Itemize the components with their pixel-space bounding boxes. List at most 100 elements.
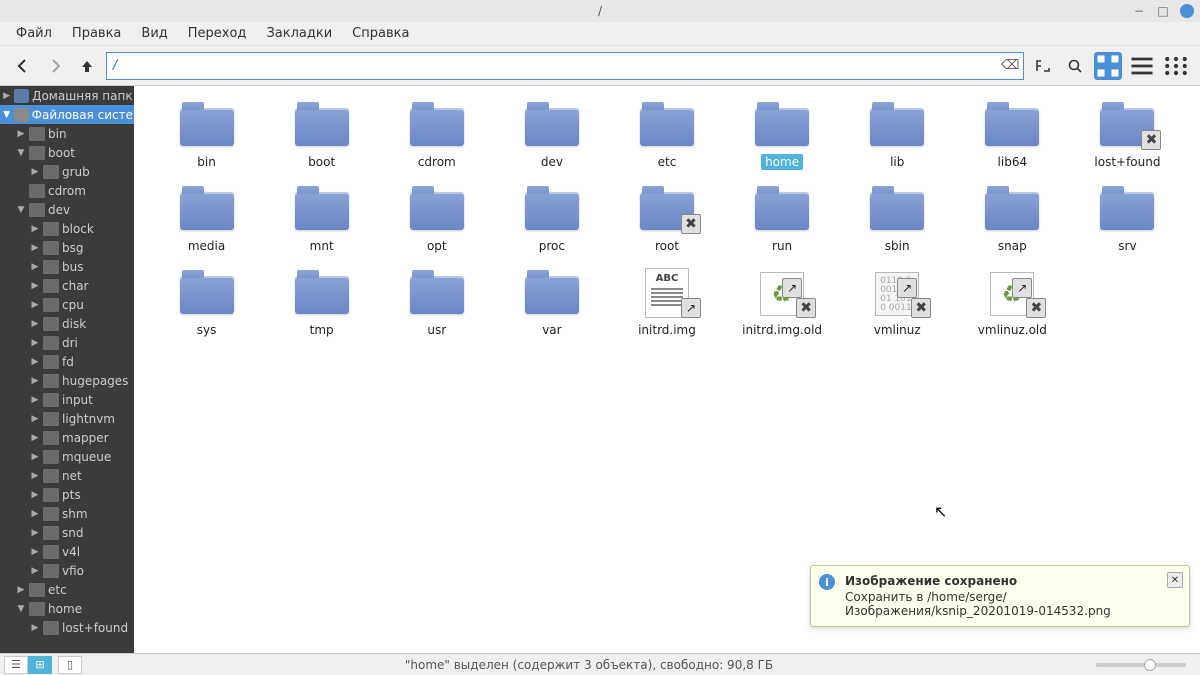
window-close-button[interactable] <box>1180 4 1194 18</box>
tree-item-cpu[interactable]: cpu <box>0 295 134 314</box>
expand-arrow-icon[interactable] <box>30 623 40 633</box>
icon-view[interactable]: binbootcdromdevetchomeliblib64✖lost+foun… <box>134 86 1200 653</box>
menu-закладки[interactable]: Закладки <box>256 23 342 44</box>
view-icons-button[interactable] <box>1094 52 1122 80</box>
tree-item-etc[interactable]: etc <box>0 580 134 599</box>
expand-arrow-icon[interactable] <box>30 528 40 538</box>
file-icon-cdrom[interactable]: cdrom <box>382 98 491 176</box>
file-icon-sbin[interactable]: sbin <box>843 182 952 260</box>
toast-close-button[interactable]: ✕ <box>1167 572 1183 588</box>
back-button[interactable] <box>10 53 36 79</box>
places-pane-button[interactable]: ☰ <box>4 656 28 674</box>
file-icon-vmlinuzold[interactable]: ♻↗✖vmlinuz.old <box>958 266 1067 344</box>
file-icon-opt[interactable]: opt <box>382 182 491 260</box>
tree-item-lostfound[interactable]: lost+found <box>0 618 134 637</box>
menu-файл[interactable]: Файл <box>6 23 62 44</box>
file-icon-bin[interactable]: bin <box>152 98 261 176</box>
tree-item-[interactable]: Домашняя папка <box>0 86 134 105</box>
tree-item-bin[interactable]: bin <box>0 124 134 143</box>
expand-arrow-icon[interactable] <box>16 129 26 139</box>
file-icon-snap[interactable]: snap <box>958 182 1067 260</box>
tree-item-hugepages[interactable]: hugepages <box>0 371 134 390</box>
view-compact-button[interactable] <box>1162 52 1190 80</box>
terminal-button[interactable] <box>1030 53 1056 79</box>
file-icon-etc[interactable]: etc <box>612 98 721 176</box>
tree-item-mapper[interactable]: mapper <box>0 428 134 447</box>
menu-вид[interactable]: Вид <box>131 23 177 44</box>
expand-arrow-icon[interactable] <box>30 509 40 519</box>
search-button[interactable] <box>1062 53 1088 79</box>
forward-button[interactable] <box>42 53 68 79</box>
tree-item-snd[interactable]: snd <box>0 523 134 542</box>
expand-arrow-icon[interactable] <box>16 604 26 614</box>
menu-правка[interactable]: Правка <box>62 23 131 44</box>
file-icon-proc[interactable]: proc <box>497 182 606 260</box>
expand-arrow-icon[interactable] <box>30 357 40 367</box>
expand-arrow-icon[interactable] <box>30 319 40 329</box>
expand-arrow-icon[interactable] <box>30 262 40 272</box>
file-icon-dev[interactable]: dev <box>497 98 606 176</box>
expand-arrow-icon[interactable] <box>30 547 40 557</box>
menu-справка[interactable]: Справка <box>342 23 419 44</box>
window-maximize-button[interactable]: □ <box>1156 4 1170 18</box>
tree-item-block[interactable]: block <box>0 219 134 238</box>
tree-item-char[interactable]: char <box>0 276 134 295</box>
expand-arrow-icon[interactable] <box>30 471 40 481</box>
tree-item-lightnvm[interactable]: lightnvm <box>0 409 134 428</box>
expand-arrow-icon[interactable] <box>30 433 40 443</box>
split-view-button[interactable]: ▯ <box>58 656 82 674</box>
tree-item-pts[interactable]: pts <box>0 485 134 504</box>
zoom-slider[interactable] <box>1096 663 1186 667</box>
file-icon-initrdimgold[interactable]: ♻↗✖initrd.img.old <box>728 266 837 344</box>
expand-arrow-icon[interactable] <box>30 566 40 576</box>
file-icon-home[interactable]: home <box>728 98 837 176</box>
file-icon-initrdimg[interactable]: ABC↗initrd.img <box>612 266 721 344</box>
tree-item-net[interactable]: net <box>0 466 134 485</box>
file-icon-tmp[interactable]: tmp <box>267 266 376 344</box>
file-icon-media[interactable]: media <box>152 182 261 260</box>
expand-arrow-icon[interactable] <box>30 300 40 310</box>
menu-переход[interactable]: Переход <box>178 23 257 44</box>
tree-item-mqueue[interactable]: mqueue <box>0 447 134 466</box>
tree-item-dev[interactable]: dev <box>0 200 134 219</box>
path-input[interactable]: / ⌫ <box>106 52 1024 80</box>
file-icon-lib64[interactable]: lib64 <box>958 98 1067 176</box>
expand-arrow-icon[interactable] <box>30 224 40 234</box>
tree-item-v4l[interactable]: v4l <box>0 542 134 561</box>
expand-arrow-icon[interactable] <box>30 281 40 291</box>
tree-item-bus[interactable]: bus <box>0 257 134 276</box>
file-icon-root[interactable]: ✖root <box>612 182 721 260</box>
expand-arrow-icon[interactable] <box>16 585 26 595</box>
tree-item-cdrom[interactable]: cdrom <box>0 181 134 200</box>
tree-item-vfio[interactable]: vfio <box>0 561 134 580</box>
file-icon-mnt[interactable]: mnt <box>267 182 376 260</box>
sidebar-tree[interactable]: Домашняя папкаФайловая системbinbootgrub… <box>0 86 134 653</box>
clear-path-icon[interactable]: ⌫ <box>1001 58 1017 74</box>
file-icon-usr[interactable]: usr <box>382 266 491 344</box>
expand-arrow-icon[interactable] <box>30 395 40 405</box>
expand-arrow-icon[interactable] <box>16 148 26 158</box>
expand-arrow-icon[interactable] <box>30 338 40 348</box>
file-icon-lib[interactable]: lib <box>843 98 952 176</box>
expand-arrow-icon[interactable] <box>30 167 40 177</box>
file-icon-vmlinuz[interactable]: ↗✖vmlinuz <box>843 266 952 344</box>
tree-item-input[interactable]: input <box>0 390 134 409</box>
tree-item-home[interactable]: home <box>0 599 134 618</box>
expand-arrow-icon[interactable] <box>30 490 40 500</box>
expand-arrow-icon[interactable] <box>2 110 11 120</box>
expand-arrow-icon[interactable] <box>30 243 40 253</box>
tree-item-boot[interactable]: boot <box>0 143 134 162</box>
expand-arrow-icon[interactable] <box>16 205 26 215</box>
tree-item-dri[interactable]: dri <box>0 333 134 352</box>
expand-arrow-icon[interactable] <box>2 91 11 101</box>
tree-item-shm[interactable]: shm <box>0 504 134 523</box>
file-icon-var[interactable]: var <box>497 266 606 344</box>
file-icon-run[interactable]: run <box>728 182 837 260</box>
expand-arrow-icon[interactable] <box>30 452 40 462</box>
tree-item-grub[interactable]: grub <box>0 162 134 181</box>
tree-item-bsg[interactable]: bsg <box>0 238 134 257</box>
tree-item-disk[interactable]: disk <box>0 314 134 333</box>
file-icon-sys[interactable]: sys <box>152 266 261 344</box>
tree-item-fd[interactable]: fd <box>0 352 134 371</box>
up-button[interactable] <box>74 53 100 79</box>
